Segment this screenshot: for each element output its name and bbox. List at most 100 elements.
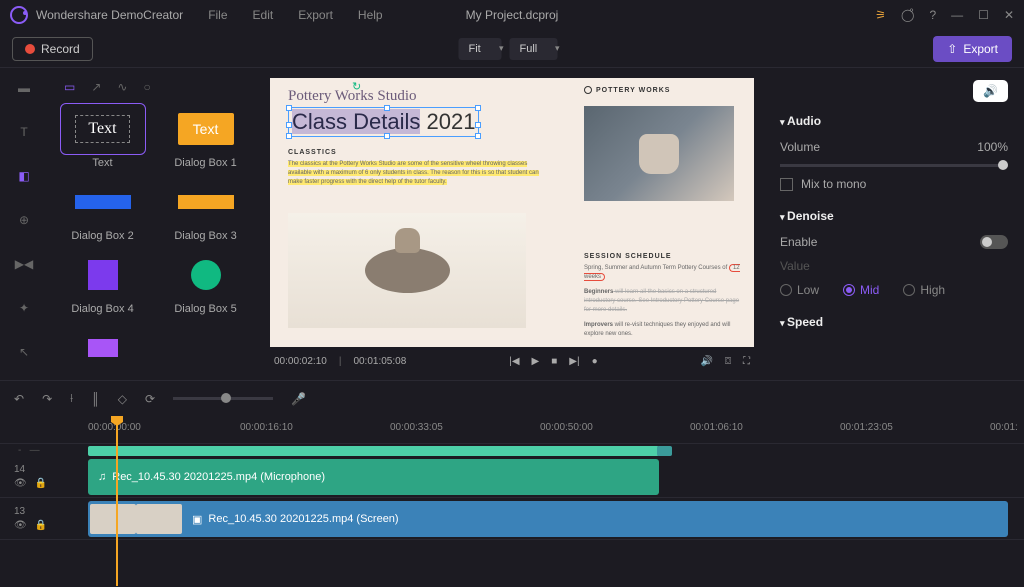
asset-dialog2[interactable]: Dialog Box 2 [56,179,149,242]
help-icon[interactable]: ? [929,8,936,22]
audio-section-header[interactable]: Audio [780,114,1008,128]
doc-subtitle: CLASSTICS [288,149,548,156]
user-icon[interactable]: ◯̊ [901,8,914,22]
volume-icon[interactable]: 🔊 [701,356,713,367]
timeline: 00:00:00:00 00:00:16:10 00:00:33:05 00:0… [0,416,1024,586]
export-button[interactable]: ⇧ Export [933,36,1012,62]
audio-toggle-button[interactable]: 🔊 [973,80,1008,102]
minimize-icon[interactable]: — [951,8,963,22]
export-icon: ⇧ [947,42,957,56]
vol-dot-icon[interactable]: ● [592,356,598,367]
eye-icon[interactable]: 👁 [14,520,27,531]
menu-export[interactable]: Export [298,8,333,22]
app-logo [10,6,28,24]
fit-select[interactable]: Fit [459,38,502,60]
mix-checkbox[interactable] [780,178,793,191]
redo-icon[interactable]: ↷ [42,392,52,406]
ruler[interactable]: 00:00:00:00 00:00:16:10 00:00:33:05 00:0… [0,416,1024,444]
asset-dialog6[interactable] [56,325,149,371]
mini-clip-2[interactable] [657,446,672,456]
marker-icon[interactable]: ◇ [118,392,127,406]
library-icon[interactable]: ▬ [14,78,34,98]
tab-dialog[interactable]: ▭ [64,80,75,94]
menu-help[interactable]: Help [358,8,383,22]
playhead[interactable] [116,419,118,586]
playback-controls: 00:00:02:10 | 00:01:05:08 |◀ ▶ ■ ▶| ● 🔊 … [270,347,754,375]
total-time: 00:01:05:08 [353,356,406,367]
denoise-section-header[interactable]: Denoise [780,209,1008,223]
play-icon[interactable]: ▶ [532,356,540,367]
export-label: Export [963,42,998,56]
pottery-image-2 [288,213,526,328]
record-button[interactable]: Record [12,37,93,61]
asset-dialog1[interactable]: Text Dialog Box 1 [159,106,252,169]
radio-high[interactable]: High [903,283,945,297]
undo-icon[interactable]: ↶ [14,392,24,406]
crop-icon[interactable]: ⟊ [70,391,73,406]
text-selection[interactable]: Class Details 2021 [288,107,479,137]
asset-dialog3[interactable]: Dialog Box 3 [159,179,252,242]
denoise-toggle[interactable] [980,235,1008,249]
toolbar: Record Fit Full ⇧ Export [0,30,1024,68]
video-clip[interactable]: ▣ Rec_10.45.30 20201225.mp4 (Screen) [88,501,1008,537]
denoise-radios: Low Mid High [780,283,1008,297]
volume-value: 100% [977,140,1008,154]
prev-icon[interactable]: |◀ [509,356,519,367]
full-select[interactable]: Full [510,38,558,60]
assets-panel: ▭ ↗ ∿ ○ Text Text Text Dialog Box 1 Dial… [48,68,260,380]
asset-text[interactable]: Text Text [56,106,149,169]
brand-logo: POTTERY WORKS [584,86,744,94]
menu-file[interactable]: File [208,8,227,22]
doc-schedule: SESSION SCHEDULE Spring, Summer and Autu… [584,253,744,339]
tab-shape[interactable]: ○ [143,80,150,94]
volume-slider[interactable] [780,164,1008,167]
audio-clip[interactable]: ♫ Rec_10.45.30 20201225.mp4 (Microphone) [88,459,659,495]
view-selects: Fit Full [459,38,566,60]
stickers-icon[interactable]: ⊕ [14,210,34,230]
video-thumbnail [90,504,136,534]
effects-icon[interactable]: ✦ [14,298,34,318]
main-menu: File Edit Export Help [208,8,382,22]
eye-icon[interactable]: 👁 [14,478,27,489]
transitions-icon[interactable]: ▶◀ [14,254,34,274]
snapshot-icon[interactable]: ⌼ [725,356,731,367]
cursor-icon[interactable]: ↖ [14,342,34,362]
split-icon[interactable]: ║ [91,392,100,406]
cart-icon[interactable]: ⚞ [875,8,886,22]
asset-dialog5[interactable]: Dialog Box 5 [159,252,252,315]
mic-icon[interactable]: 🎤 [291,392,306,406]
tab-sketch[interactable]: ∿ [117,80,127,94]
audio-icon: ♫ [98,471,106,483]
sidebar: ▬ T ◧ ⊕ ▶◀ ✦ ↖ [0,68,48,380]
asset-dialog4[interactable]: Dialog Box 4 [56,252,149,315]
annotation-icon[interactable]: ◧ [14,166,34,186]
record-icon [25,44,35,54]
clip-label: Rec_10.45.30 20201225.mp4 (Microphone) [112,471,325,483]
value-label: Value [780,259,810,273]
titles-icon[interactable]: T [14,122,34,142]
lock-icon[interactable]: 🔒 [35,520,47,531]
next-icon[interactable]: ▶| [569,356,579,367]
tab-arrow[interactable]: ↗ [91,80,101,94]
asset-grid: Text Text Text Dialog Box 1 Dialog Box 2… [56,106,252,371]
stop-icon[interactable]: ■ [551,356,557,367]
speed-icon[interactable]: ⟳ [145,392,155,406]
speed-section-header[interactable]: Speed [780,315,1008,329]
radio-low[interactable]: Low [780,283,819,297]
menu-edit[interactable]: Edit [253,8,274,22]
close-icon[interactable]: ✕ [1004,8,1014,22]
zoom-slider[interactable] [173,397,273,400]
doc-right: POTTERY WORKS [584,86,744,213]
doc-title1: Pottery Works Studio [288,88,548,105]
lock-icon[interactable]: 🔒 [35,478,47,489]
enable-label: Enable [780,235,817,249]
radio-mid[interactable]: Mid [843,283,879,297]
maximize-icon[interactable]: ☐ [978,8,989,22]
canvas[interactable]: ↻ Pottery Works Studio Class Details 202… [270,78,754,347]
doc-left: Pottery Works Studio Class Details 2021 … [288,88,548,187]
fullscreen-icon[interactable]: ⛶ [743,356,750,367]
mini-clip[interactable] [88,446,659,456]
track-area: - — 14👁🔒 ♫ Rec_10.45.30 20201225.mp4 (Mi… [0,444,1024,540]
titlebar: Wondershare DemoCreator File Edit Export… [0,0,1024,30]
pottery-image-1 [584,106,734,201]
